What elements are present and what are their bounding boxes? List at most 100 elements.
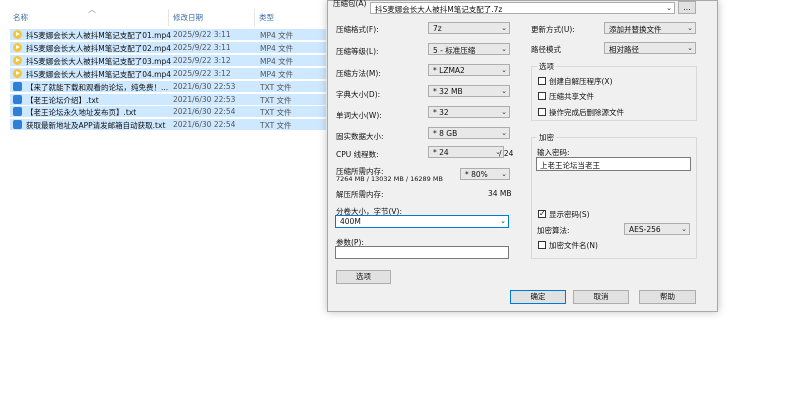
format-select[interactable]: 7z ⌄ xyxy=(428,22,510,34)
help-button[interactable]: 帮助 xyxy=(639,290,696,304)
text-file-icon xyxy=(13,81,22,91)
level-select[interactable]: 5 - 标准压缩 ⌄ xyxy=(428,43,510,55)
chevron-up-icon: ︿ xyxy=(88,5,96,14)
column-header-name[interactable]: 名称 xyxy=(13,12,28,23)
chevron-down-icon: ⌄ xyxy=(687,44,693,52)
word-select[interactable]: * 32 ⌄ xyxy=(428,106,510,118)
video-file-icon xyxy=(13,30,22,39)
delete-source-checkbox[interactable] xyxy=(538,108,546,116)
file-name: 【来了就能下载和观看的论坛，纯免费！... xyxy=(26,82,169,92)
cancel-button[interactable]: 取消 xyxy=(573,290,629,304)
file-row[interactable]: 抖S麦娜会长大人被抖M笔记支配了04.mp4 2025/9/22 3:12 MP4 … xyxy=(10,67,326,79)
chevron-down-icon: ⌄ xyxy=(501,170,507,178)
solid-select[interactable]: * 8 GB ⌄ xyxy=(428,127,510,139)
text-file-icon xyxy=(13,94,22,104)
delete-source-label: 操作完成后删除源文件 xyxy=(549,108,624,117)
file-date: 2021/6/30 22:54 xyxy=(173,120,236,130)
text-file-icon xyxy=(13,107,22,117)
file-type: MP4 文件 xyxy=(260,56,294,66)
encryption-method-label: 加密算法: xyxy=(537,226,570,235)
format-label: 压缩格式(F): xyxy=(336,25,379,34)
chevron-down-icon: ⌄ xyxy=(687,24,693,32)
level-label: 压缩等级(L): xyxy=(336,47,379,56)
file-name: 抖S麦娜会长大人被抖M笔记支配了04.mp4 xyxy=(26,69,171,79)
file-row[interactable]: 【老王论坛介绍】.txt 2021/6/30 22:53 TXT 文件 xyxy=(10,93,326,105)
method-label: 压缩方法(M): xyxy=(336,69,381,78)
column-divider[interactable] xyxy=(254,9,255,26)
params-input[interactable] xyxy=(335,246,509,259)
ok-button[interactable]: 确定 xyxy=(510,290,566,304)
video-file-icon xyxy=(13,68,22,78)
threads-select[interactable]: * 24 ⌄ xyxy=(428,146,504,158)
file-type: TXT 文件 xyxy=(260,108,292,118)
column-header-type[interactable]: 类型 xyxy=(259,12,274,23)
browse-button[interactable]: ... xyxy=(678,1,696,14)
options-button[interactable]: 选项 xyxy=(336,270,391,284)
method-select[interactable]: * LZMA2 ⌄ xyxy=(428,64,510,76)
file-date: 2021/6/30 22:53 xyxy=(173,81,236,91)
word-label: 单词大小(W): xyxy=(336,111,382,120)
chevron-down-icon: ⌄ xyxy=(501,87,507,95)
file-type: TXT 文件 xyxy=(260,82,292,92)
file-row[interactable]: 【老王论坛永久地址发布页】.txt 2021/6/30 22:54 TXT 文件 xyxy=(10,106,326,118)
sfx-checkbox[interactable] xyxy=(538,77,546,85)
dict-select[interactable]: * 32 MB ⌄ xyxy=(428,85,510,97)
chevron-down-icon: ⌄ xyxy=(501,24,507,32)
video-file-icon xyxy=(13,42,22,52)
split-size-combo[interactable]: 400M ⌄ xyxy=(335,215,509,228)
file-date: 2025/9/22 3:12 xyxy=(173,55,231,65)
file-date: 2025/9/22 3:11 xyxy=(173,42,231,52)
text-file-icon xyxy=(13,120,22,130)
show-password-label: 显示密码(S) xyxy=(549,210,590,219)
file-type: TXT 文件 xyxy=(260,95,292,105)
file-row[interactable]: 【来了就能下载和观看的论坛，纯免费！... 2021/6/30 22:53 TXT … xyxy=(10,80,326,92)
shared-files-checkbox[interactable] xyxy=(538,92,546,100)
file-row[interactable]: 抖S麦娜会长大人被抖M笔记支配了02.mp4 2025/9/22 3:11 MP4 … xyxy=(10,41,326,53)
encryption-method-select[interactable]: AES-256 ⌄ xyxy=(624,223,690,235)
file-name: 【老王论坛永久地址发布页】.txt xyxy=(26,108,137,118)
file-row[interactable]: 抖S麦娜会长大人被抖M笔记支配了01.mp4 2025/9/22 3:11 MP4 … xyxy=(10,29,326,40)
shared-files-label: 压缩共享文件 xyxy=(549,92,594,101)
file-name: 抖S麦娜会长大人被抖M笔记支配了02.mp4 xyxy=(26,43,171,53)
file-date: 2025/9/22 3:11 xyxy=(173,30,231,39)
chevron-down-icon: ⌄ xyxy=(500,217,506,225)
file-name: 抖S麦娜会长大人被抖M笔记支配了03.mp4 xyxy=(26,56,171,66)
encrypt-names-label: 加密文件名(N) xyxy=(549,241,598,250)
chevron-down-icon: ⌄ xyxy=(501,129,507,137)
file-type: MP4 文件 xyxy=(260,43,294,53)
file-type: MP4 文件 xyxy=(260,69,294,79)
path-mode-label: 路径模式 xyxy=(531,45,561,54)
file-date: 2021/6/30 22:54 xyxy=(173,107,236,117)
file-name: 获取最新地址及APP请发邮箱自动获取.txt xyxy=(26,121,166,131)
chevron-down-icon: ⌄ xyxy=(501,66,507,74)
file-name: 抖S麦娜会长大人被抖M笔记支配了01.mp4 xyxy=(26,31,171,40)
file-date: 2025/9/22 3:12 xyxy=(173,68,231,78)
threads-total: / 24 xyxy=(499,149,514,158)
memory-detail: 7264 MB / 13032 MB / 16289 MB xyxy=(336,175,443,183)
chevron-down-icon: ⌄ xyxy=(501,45,507,53)
file-name: 【老王论坛介绍】.txt xyxy=(26,95,99,105)
update-mode-label: 更新方式(U): xyxy=(531,25,575,34)
file-row[interactable]: 获取最新地址及APP请发邮箱自动获取.txt 2021/6/30 22:54 TXT… xyxy=(10,119,326,131)
encrypt-names-checkbox[interactable] xyxy=(538,241,546,249)
chevron-down-icon: ⌄ xyxy=(666,4,672,12)
chevron-down-icon: ⌄ xyxy=(681,225,687,233)
add-to-archive-dialog: 压缩包(A) 抖S麦娜会长大人被抖M笔记支配了.7z ⌄ ... 压缩格式(F)… xyxy=(327,0,718,312)
file-date: 2021/6/30 22:53 xyxy=(173,94,236,104)
path-mode-select[interactable]: 相对路径 ⌄ xyxy=(604,42,696,54)
file-row[interactable]: 抖S麦娜会长大人被抖M笔记支配了03.mp4 2025/9/22 3:12 MP4 … xyxy=(10,54,326,66)
column-header-date[interactable]: 修改日期 xyxy=(173,12,203,23)
solid-label: 固实数据大小: xyxy=(336,132,384,141)
show-password-checkbox[interactable] xyxy=(538,209,546,218)
password-input[interactable]: 上老王论坛当老王 xyxy=(536,157,691,171)
chevron-down-icon: ⌄ xyxy=(501,108,507,116)
memory-select[interactable]: * 80% ⌄ xyxy=(460,168,510,180)
update-mode-select[interactable]: 添加并替换文件 ⌄ xyxy=(604,22,696,34)
archive-path-combo[interactable]: 抖S麦娜会长大人被抖M笔记支配了.7z ⌄ xyxy=(370,2,675,14)
decomp-memory-label: 解压所需内存: xyxy=(336,190,384,199)
column-divider[interactable] xyxy=(168,9,169,26)
file-type: TXT 文件 xyxy=(260,121,292,131)
file-type: MP4 文件 xyxy=(260,31,294,40)
dict-label: 字典大小(D): xyxy=(336,90,381,99)
archive-label: 压缩包(A) xyxy=(333,0,367,8)
